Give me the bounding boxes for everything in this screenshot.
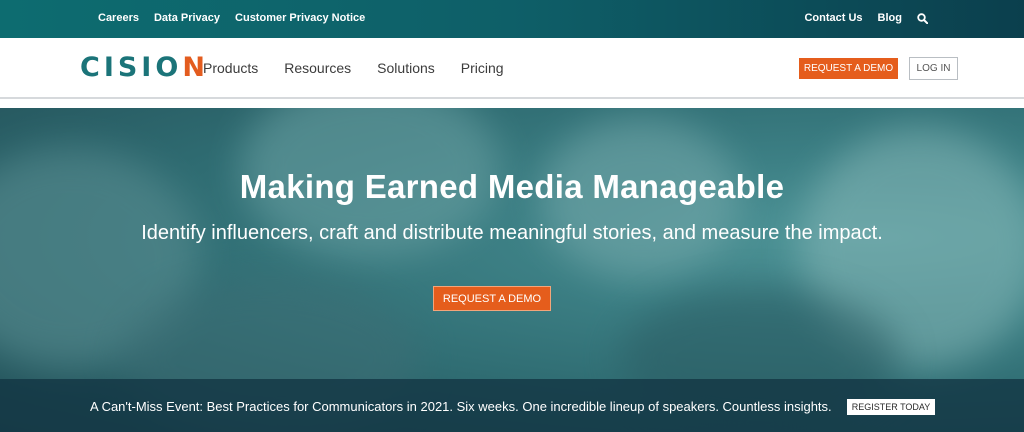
hero-subtitle: Identify influencers, craft and distribu… [141, 222, 883, 244]
hero-title: Making Earned Media Manageable [239, 168, 785, 205]
cision-logo[interactable]: CISION [80, 52, 209, 83]
utility-bar: Careers Data Privacy Customer Privacy No… [0, 0, 1024, 38]
main-navigation: CISION Products Resources Solutions Pric… [0, 38, 1024, 99]
announcement-text: A Can't-Miss Event: Best Practices for C… [90, 399, 832, 414]
careers-link[interactable]: Careers [98, 12, 139, 24]
announcement-banner: A Can't-Miss Event: Best Practices for C… [0, 379, 1024, 432]
nav-item-solutions[interactable]: Solutions [377, 60, 435, 76]
utility-links-right: Contact Us Blog [804, 12, 928, 24]
blog-link[interactable]: Blog [878, 12, 902, 24]
request-demo-button[interactable]: REQUEST A DEMO [799, 58, 898, 79]
nav-item-pricing[interactable]: Pricing [461, 60, 504, 76]
login-button[interactable]: LOG IN [909, 57, 958, 80]
hero-request-demo-button[interactable]: REQUEST A DEMO [433, 286, 551, 311]
data-privacy-link[interactable]: Data Privacy [154, 12, 220, 24]
search-icon[interactable] [917, 12, 928, 24]
nav-item-resources[interactable]: Resources [284, 60, 351, 76]
logo-text: CISIO [80, 52, 183, 83]
utility-links-left: Careers Data Privacy Customer Privacy No… [98, 12, 365, 24]
customer-privacy-notice-link[interactable]: Customer Privacy Notice [235, 12, 365, 24]
primary-nav: Products Resources Solutions Pricing [203, 60, 504, 76]
nav-item-products[interactable]: Products [203, 60, 258, 76]
contact-us-link[interactable]: Contact Us [804, 12, 862, 24]
register-today-button[interactable]: REGISTER TODAY [847, 399, 935, 415]
